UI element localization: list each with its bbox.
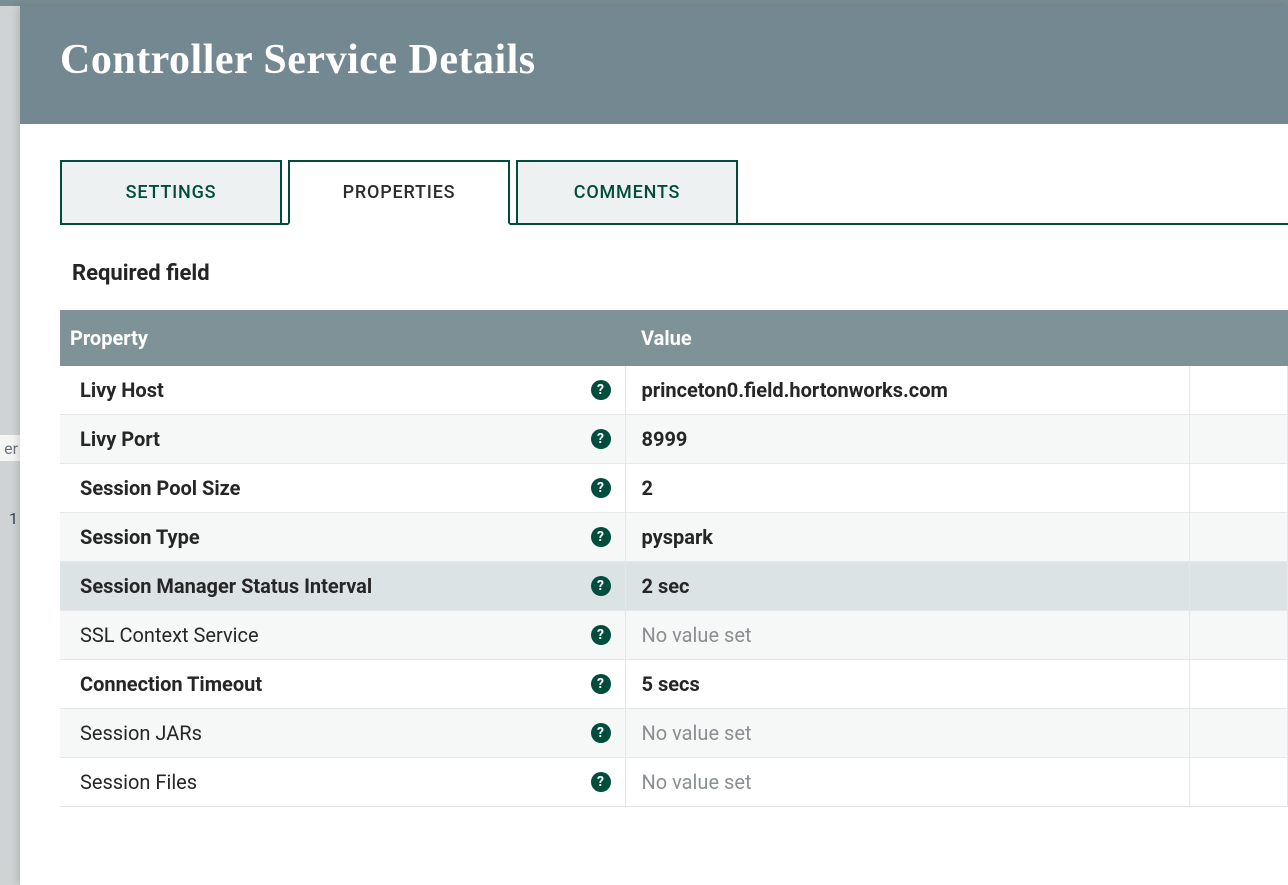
property-extra	[1190, 366, 1288, 415]
help-icon[interactable]: ?	[591, 576, 611, 596]
property-cell: Session Files?	[60, 758, 625, 807]
property-extra	[1190, 415, 1288, 464]
property-name: SSL Context Service	[80, 623, 259, 647]
tabs-container: SETTINGS PROPERTIES COMMENTS	[60, 160, 1288, 225]
property-value[interactable]: pyspark	[625, 513, 1190, 562]
header-value: Value	[625, 310, 1190, 366]
property-value[interactable]: princeton0.field.hortonworks.com	[625, 366, 1190, 415]
help-icon[interactable]: ?	[591, 527, 611, 547]
help-icon[interactable]: ?	[591, 429, 611, 449]
property-extra	[1190, 611, 1288, 660]
property-name: Session Pool Size	[80, 476, 240, 500]
help-icon[interactable]: ?	[591, 625, 611, 645]
property-value[interactable]: 2 sec	[625, 562, 1190, 611]
property-name: Livy Port	[80, 427, 160, 451]
property-name: Connection Timeout	[80, 672, 262, 696]
property-cell: Connection Timeout?	[60, 660, 625, 709]
property-extra	[1190, 562, 1288, 611]
table-row[interactable]: Session JARs?No value set	[60, 709, 1288, 758]
table-row[interactable]: Session Type?pyspark	[60, 513, 1288, 562]
table-row[interactable]: SSL Context Service?No value set	[60, 611, 1288, 660]
property-cell: Session JARs?	[60, 709, 625, 758]
modal-header: Controller Service Details	[20, 6, 1288, 124]
property-cell: Livy Port?	[60, 415, 625, 464]
header-extra	[1190, 310, 1288, 366]
controller-service-details-modal: Controller Service Details SETTINGS PROP…	[20, 6, 1288, 885]
property-cell: Session Pool Size?	[60, 464, 625, 513]
table-header-row: Property Value	[60, 310, 1288, 366]
table-row[interactable]: Session Files?No value set	[60, 758, 1288, 807]
tab-settings[interactable]: SETTINGS	[60, 160, 282, 223]
modal-title: Controller Service Details	[60, 36, 1248, 84]
help-icon[interactable]: ?	[591, 380, 611, 400]
backdrop-fragment-text: er	[0, 435, 20, 461]
property-cell: SSL Context Service?	[60, 611, 625, 660]
property-name: Session JARs	[80, 721, 202, 745]
property-extra	[1190, 513, 1288, 562]
help-icon[interactable]: ?	[591, 772, 611, 792]
property-extra	[1190, 464, 1288, 513]
property-name: Livy Host	[80, 378, 164, 402]
property-cell: Session Type?	[60, 513, 625, 562]
property-value[interactable]: No value set	[625, 611, 1190, 660]
property-extra	[1190, 660, 1288, 709]
property-extra	[1190, 709, 1288, 758]
help-icon[interactable]: ?	[591, 723, 611, 743]
property-name: Session Manager Status Interval	[80, 574, 372, 598]
table-row[interactable]: Livy Port?8999	[60, 415, 1288, 464]
property-value[interactable]: 2	[625, 464, 1190, 513]
table-row[interactable]: Session Manager Status Interval?2 sec	[60, 562, 1288, 611]
table-row[interactable]: Connection Timeout?5 secs	[60, 660, 1288, 709]
property-value[interactable]: 5 secs	[625, 660, 1190, 709]
table-row[interactable]: Session Pool Size?2	[60, 464, 1288, 513]
help-icon[interactable]: ?	[591, 674, 611, 694]
tab-properties[interactable]: PROPERTIES	[288, 160, 510, 225]
properties-table: Property Value Livy Host?princeton0.fiel…	[60, 310, 1288, 807]
tab-comments[interactable]: COMMENTS	[516, 160, 738, 223]
property-name: Session Files	[80, 770, 197, 794]
required-field-label: Required field	[72, 261, 1288, 286]
property-cell: Livy Host?	[60, 366, 625, 415]
help-icon[interactable]: ?	[591, 478, 611, 498]
backdrop-fragment-num: 1	[0, 505, 20, 531]
property-name: Session Type	[80, 525, 200, 549]
property-value[interactable]: 8999	[625, 415, 1190, 464]
property-value[interactable]: No value set	[625, 709, 1190, 758]
property-extra	[1190, 758, 1288, 807]
property-cell: Session Manager Status Interval?	[60, 562, 625, 611]
property-value[interactable]: No value set	[625, 758, 1190, 807]
table-row[interactable]: Livy Host?princeton0.field.hortonworks.c…	[60, 366, 1288, 415]
header-property: Property	[60, 310, 625, 366]
